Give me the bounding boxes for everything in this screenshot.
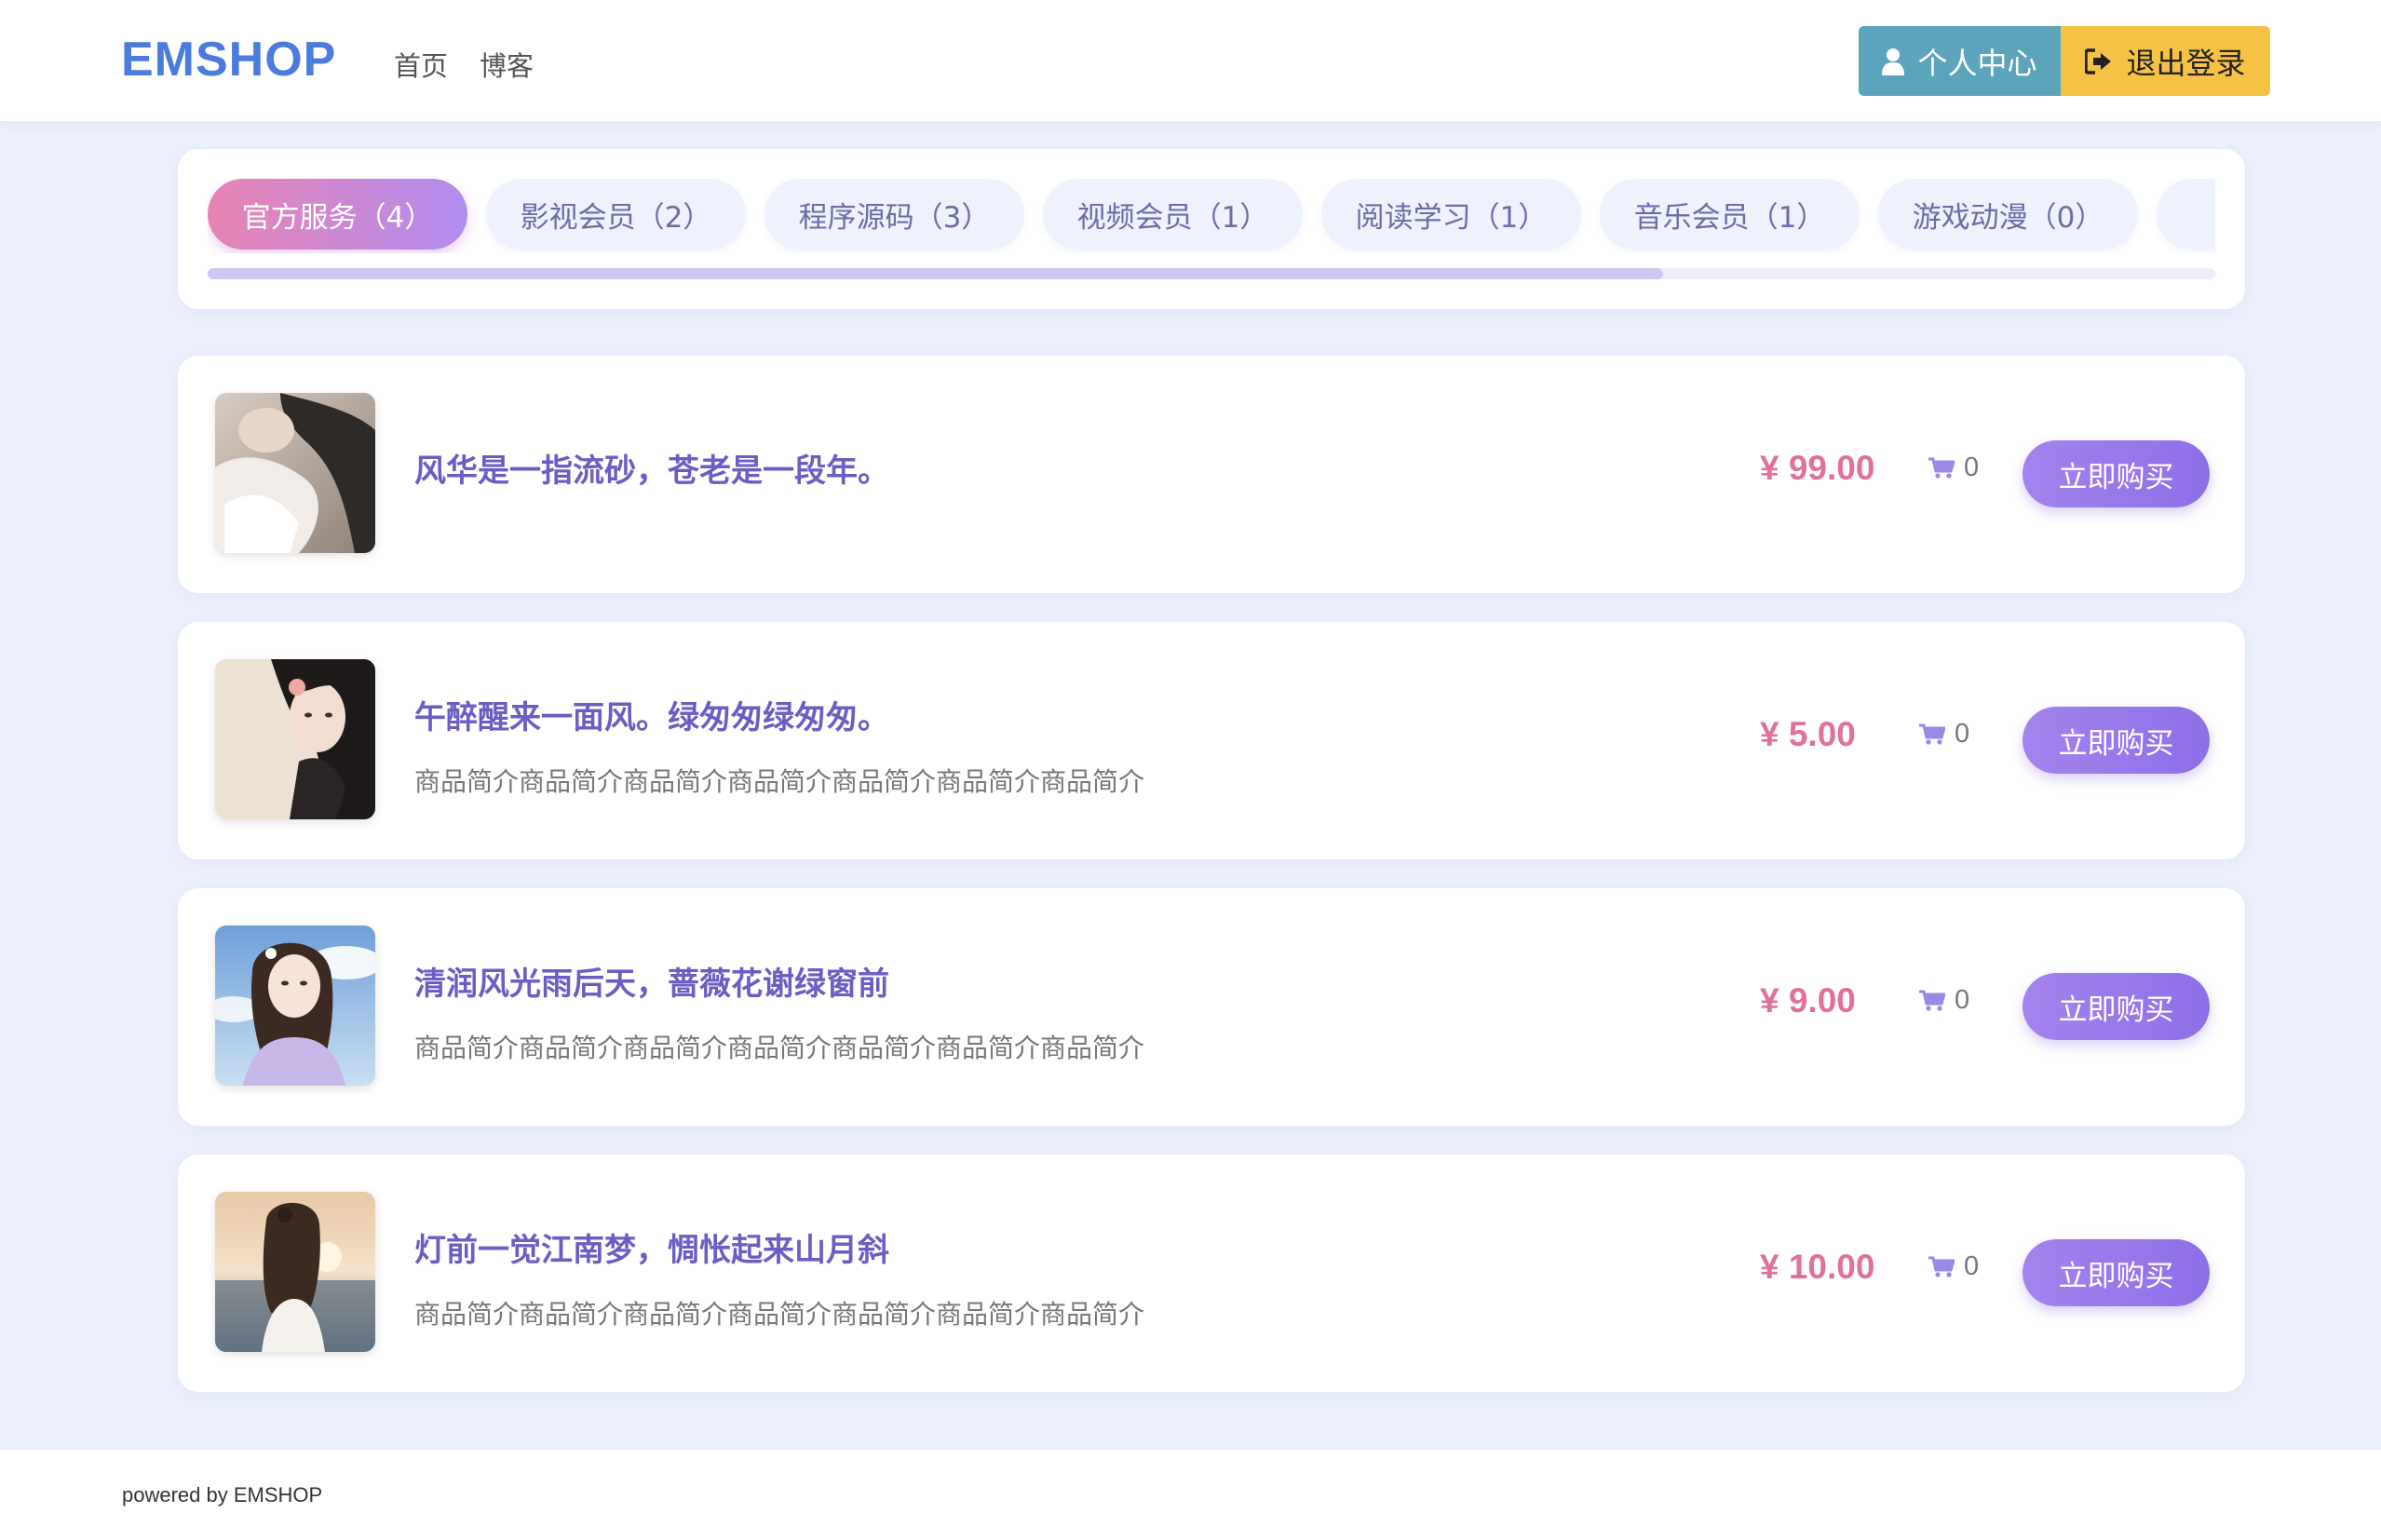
product-card: 午醉醒来一面风。绿匆匆绿匆匆。商品简介商品简介商品简介商品简介商品简介商品简介商…: [178, 622, 2245, 859]
category-tab[interactable]: 视频会员（1）: [1043, 179, 1303, 250]
sales-count: 0: [1964, 453, 1980, 482]
buy-now-button[interactable]: 立即购买: [2022, 707, 2210, 774]
product-sales: 0: [1928, 453, 1979, 483]
logout-button[interactable]: 退出登录: [2061, 26, 2270, 96]
product-title[interactable]: 风华是一指流砂，苍老是一段年。: [414, 445, 889, 491]
product-description: 商品简介商品简介商品简介商品简介商品简介商品简介商品简介: [414, 766, 1145, 797]
product-card: 清润风光雨后天，蔷薇花谢绿窗前商品简介商品简介商品简介商品简介商品简介商品简介商…: [178, 888, 2245, 1126]
user-center-label: 个人中心: [1917, 45, 2037, 81]
cart-icon: [1928, 457, 1955, 480]
buy-now-button[interactable]: 立即购买: [2022, 440, 2210, 507]
category-tab[interactable]: 游戏动漫（0）: [1878, 179, 2138, 250]
category-tab[interactable]: 音乐会员（1）: [1600, 179, 1860, 250]
product-image[interactable]: [215, 925, 375, 1086]
sign-out-icon: [2085, 47, 2113, 74]
sales-count: 0: [1955, 985, 1970, 1015]
category-tabs-track: 官方服务（4） 影视会员（2） 程序源码（3） 视频会员（1） 阅读学习（1） 音乐会员（…: [208, 179, 2215, 250]
user-icon: [1882, 47, 1905, 75]
product-title[interactable]: 灯前一觉江南梦，惆怅起来山月斜: [414, 1224, 889, 1270]
user-center-button[interactable]: 个人中心: [1859, 26, 2061, 96]
buy-now-button[interactable]: 立即购买: [2022, 973, 2210, 1040]
footer-text: powered by EMSHOP: [122, 1483, 323, 1506]
category-scrollbar-thumb[interactable]: [208, 268, 1664, 279]
product-price: ¥ 99.00: [1760, 449, 1875, 487]
product-sales: 0: [1928, 1251, 1979, 1282]
cart-icon: [1919, 723, 1945, 746]
product-list: 风华是一指流砂，苍老是一段年。 ¥ 99.00 0 立即购买 午醉醒来一面风。绿匆匆绿…: [178, 356, 2245, 1421]
category-card: 官方服务（4） 影视会员（2） 程序源码（3） 视频会员（1） 阅读学习（1） 音乐会员（…: [178, 149, 2245, 309]
nav-blog-link[interactable]: 博客: [480, 45, 534, 84]
product-price: ¥ 9.00: [1760, 981, 1856, 1020]
product-card: 风华是一指流砂，苍老是一段年。 ¥ 99.00 0 立即购买: [178, 356, 2245, 593]
category-tab[interactable]: 阅读学习（1）: [1321, 179, 1581, 250]
product-title[interactable]: 清润风光雨后天，蔷薇花谢绿窗前: [414, 958, 889, 1004]
category-tab[interactable]: 运: [2157, 179, 2215, 250]
product-card: 灯前一觉江南梦，惆怅起来山月斜商品简介商品简介商品简介商品简介商品简介商品简介商…: [178, 1155, 2245, 1392]
category-scrollbar[interactable]: [208, 268, 2215, 279]
category-tab[interactable]: 程序源码（3）: [764, 179, 1024, 250]
sales-count: 0: [1964, 1251, 1980, 1281]
category-tab[interactable]: 影视会员（2）: [486, 179, 746, 250]
category-tabs: 官方服务（4） 影视会员（2） 程序源码（3） 视频会员（1） 阅读学习（1） 音乐会员（…: [208, 179, 2215, 253]
top-header: EMSHOP 首页 博客 个人中心 退出登录: [0, 0, 2381, 122]
buy-now-button[interactable]: 立即购买: [2022, 1239, 2210, 1306]
product-price: ¥ 5.00: [1760, 715, 1856, 753]
category-tab[interactable]: 官方服务（4）: [208, 179, 467, 250]
product-image[interactable]: [215, 1192, 375, 1352]
product-sales: 0: [1919, 719, 1969, 750]
cart-icon: [1928, 1256, 1955, 1278]
product-title[interactable]: 午醉醒来一面风。绿匆匆绿匆匆。: [414, 692, 889, 737]
logout-label: 退出登录: [2126, 45, 2246, 81]
page-footer: powered by EMSHOP: [0, 1449, 2381, 1540]
product-price: ¥ 10.00: [1760, 1248, 1875, 1286]
product-image[interactable]: [215, 659, 375, 819]
nav-home-link[interactable]: 首页: [394, 45, 448, 84]
cart-icon: [1919, 990, 1945, 1012]
product-image[interactable]: [215, 393, 375, 553]
product-description: 商品简介商品简介商品简介商品简介商品简介商品简介商品简介: [414, 1299, 1145, 1330]
site-logo[interactable]: EMSHOP: [121, 32, 336, 88]
product-sales: 0: [1919, 985, 1969, 1016]
sales-count: 0: [1955, 719, 1970, 749]
main-nav: 首页 博客: [394, 45, 534, 84]
header-actions: 个人中心 退出登录: [1859, 26, 2270, 96]
product-description: 商品简介商品简介商品简介商品简介商品简介商品简介商品简介: [414, 1033, 1145, 1063]
